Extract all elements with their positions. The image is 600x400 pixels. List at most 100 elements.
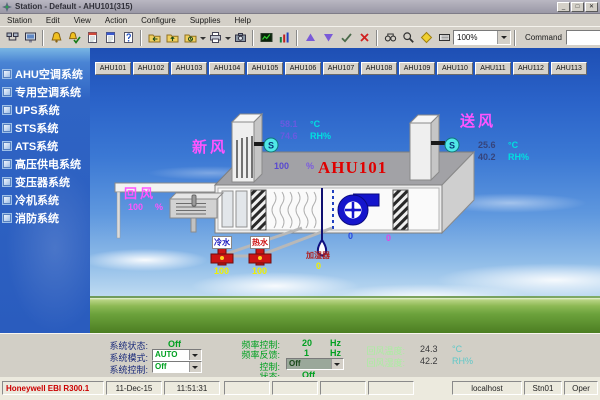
fresh-air-temp-value: 58.1 — [280, 119, 302, 129]
station-button[interactable] — [3, 29, 21, 47]
sidebar-item-ups[interactable]: UPS系统 — [0, 101, 90, 119]
menu-configure[interactable]: Configure — [134, 16, 183, 25]
maximize-button[interactable]: □ — [571, 2, 584, 12]
find-button[interactable] — [381, 29, 399, 47]
trend-button[interactable] — [275, 29, 293, 47]
sidebar-item-sts[interactable]: STS系统 — [0, 119, 90, 137]
zoom-button[interactable] — [399, 29, 417, 47]
fresh-air-rh-unit: RH% — [310, 131, 331, 141]
hot-valve-position: 100 — [252, 266, 267, 276]
menu-help[interactable]: Help — [228, 16, 258, 25]
toolbar-separator — [252, 30, 254, 46]
supply-air-label: 送风 — [460, 110, 496, 131]
status-user: Oper — [564, 381, 598, 395]
hot-water-valve[interactable] — [249, 248, 271, 265]
back-button[interactable] — [145, 29, 163, 47]
dropdown-arrow-icon[interactable] — [189, 362, 201, 372]
sidebar-item-transformer[interactable]: 变压器系统 — [0, 173, 90, 191]
return-air-label: 回风 — [124, 183, 156, 202]
camera-icon — [234, 31, 247, 44]
status-time: 11:51:31 — [164, 381, 220, 395]
status-empty-cell — [272, 381, 318, 395]
command-combobox[interactable] — [566, 30, 600, 45]
sidebar-item-fire[interactable]: 消防系统 — [0, 209, 90, 227]
supply-air-temp: 25.6°C — [478, 140, 518, 150]
title-bar: Station - Default - AHU101(315) _ □ ✕ — [0, 0, 600, 14]
menu-station[interactable]: Station — [0, 16, 39, 25]
tree-node-icon — [2, 123, 12, 133]
fresh-air-rh: 74.6RH% — [280, 131, 331, 141]
tree-node-icon — [2, 87, 12, 97]
tab-ahu110[interactable]: AHU110 — [437, 62, 473, 75]
system-sidebar: AHU空调系统 专用空调系统 UPS系统 STS系统 ATS系统 高压供电系统 … — [0, 48, 90, 333]
fresh-damper-position: 100% — [274, 161, 314, 171]
close-button[interactable]: ✕ — [585, 2, 598, 12]
page-red-button[interactable] — [83, 29, 101, 47]
history-button[interactable] — [181, 29, 199, 47]
page-help-button[interactable] — [119, 29, 137, 47]
zoom-level-combobox[interactable]: 100% — [453, 30, 511, 45]
tab-ahu106[interactable]: AHU106 — [285, 62, 321, 75]
page-help-icon — [122, 31, 135, 44]
display-icon — [260, 31, 273, 44]
menu-action[interactable]: Action — [98, 16, 134, 25]
tab-ahu108[interactable]: AHU108 — [361, 62, 397, 75]
chilled-water-valve[interactable] — [211, 248, 233, 265]
system-control-label: 系统控制: — [96, 363, 148, 376]
sidebar-item-chiller[interactable]: 冷机系统 — [0, 191, 90, 209]
monitor-button[interactable] — [21, 29, 39, 47]
vfd-control-select[interactable]: Off — [286, 358, 344, 370]
cancel-button[interactable] — [355, 29, 373, 47]
alarm-ack-button[interactable] — [65, 29, 83, 47]
ahu-tab-bar: AHU101 AHU102 AHU103 AHU104 AHU105 AHU10… — [95, 62, 587, 75]
snapshot-button[interactable] — [231, 29, 249, 47]
tab-ahu104[interactable]: AHU104 — [209, 62, 245, 75]
page-blue-button[interactable] — [101, 29, 119, 47]
tab-ahu107[interactable]: AHU107 — [323, 62, 359, 75]
detail-button[interactable] — [417, 29, 435, 47]
tab-ahu112[interactable]: AHU112 — [513, 62, 549, 75]
dropdown-arrow-icon[interactable] — [331, 359, 343, 369]
tab-ahu109[interactable]: AHU109 — [399, 62, 435, 75]
tab-ahu113[interactable]: AHU113 — [551, 62, 587, 75]
control-panel: 系统状态: Off 系统模式: AUTO 系统控制: Off 频率控制: 20 … — [0, 333, 600, 378]
print-dropdown-caret[interactable] — [224, 30, 231, 46]
command-value[interactable] — [567, 31, 600, 44]
print-button[interactable] — [206, 29, 224, 47]
return-rh-label: 回风湿度: — [345, 356, 405, 369]
menu-supplies[interactable]: Supplies — [183, 16, 228, 25]
menu-bar: Station Edit View Action Configure Suppl… — [0, 14, 600, 26]
alarm-ack-icon — [68, 31, 81, 44]
app-icon — [2, 2, 12, 12]
zoom-dropdown-arrow[interactable] — [497, 31, 510, 44]
history-dropdown-caret[interactable] — [199, 30, 206, 46]
sensor-symbol: S — [268, 141, 274, 151]
display-button[interactable] — [257, 29, 275, 47]
minimize-button[interactable]: _ — [557, 2, 570, 12]
system-control-select[interactable]: Off — [152, 361, 202, 373]
raise-button[interactable] — [301, 29, 319, 47]
lower-button[interactable] — [319, 29, 337, 47]
command-label: Command — [525, 33, 562, 42]
toolbar-separator — [514, 30, 516, 46]
tab-ahu101[interactable]: AHU101 — [95, 62, 131, 75]
sidebar-item-special-ac[interactable]: 专用空调系统 — [0, 83, 90, 101]
tab-ahu103[interactable]: AHU103 — [171, 62, 207, 75]
dropdown-arrow-icon[interactable] — [189, 350, 201, 360]
up-button[interactable] — [163, 29, 181, 47]
menu-edit[interactable]: Edit — [39, 16, 67, 25]
pan-button[interactable] — [435, 29, 453, 47]
tab-ahu105[interactable]: AHU105 — [247, 62, 283, 75]
alarm-bell-icon — [50, 31, 63, 44]
sidebar-item-ats[interactable]: ATS系统 — [0, 137, 90, 155]
status-host: localhost — [452, 381, 522, 395]
system-mode-select[interactable]: AUTO — [152, 349, 202, 361]
tab-ahu102[interactable]: AHU102 — [133, 62, 169, 75]
menu-view[interactable]: View — [67, 16, 98, 25]
sidebar-item-ahu[interactable]: AHU空调系统 — [0, 65, 90, 83]
alarm-button[interactable] — [47, 29, 65, 47]
freq-control-unit: Hz — [330, 338, 341, 348]
confirm-button[interactable] — [337, 29, 355, 47]
tab-ahu111[interactable]: AHU111 — [475, 62, 511, 75]
sidebar-item-hv-power[interactable]: 高压供电系统 — [0, 155, 90, 173]
